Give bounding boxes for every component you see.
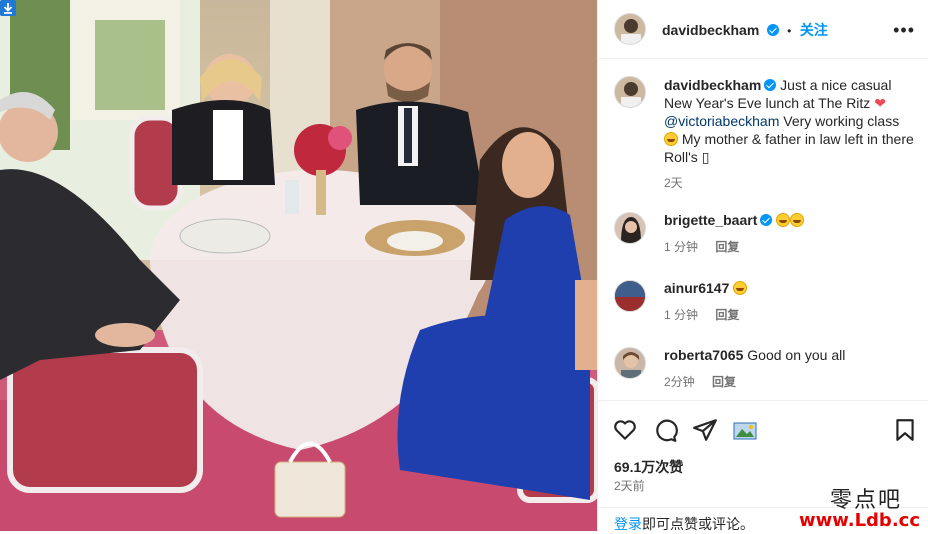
avatar-image	[621, 352, 641, 378]
comment-username[interactable]: brigette_baart	[664, 212, 757, 228]
author-username[interactable]: davidbeckham	[662, 22, 759, 38]
comment-time: 2分钟	[664, 375, 695, 389]
screenshot-tool-icon[interactable]	[732, 417, 758, 443]
author-avatar[interactable]	[614, 13, 646, 45]
avatar-image	[621, 82, 641, 107]
avatar-image	[615, 281, 645, 311]
comment-icon[interactable]	[652, 417, 678, 443]
comment-username[interactable]: roberta7065	[664, 347, 743, 363]
follow-button[interactable]: 关注	[800, 22, 828, 38]
like-heart-icon[interactable]	[612, 417, 638, 443]
comment-time: 1 分钟	[664, 308, 699, 322]
post-header: davidbeckham • 关注 •••	[598, 0, 928, 59]
caption-author-avatar[interactable]	[614, 76, 646, 108]
verified-icon	[764, 79, 777, 91]
caption-text-2: Very working class	[783, 113, 900, 129]
comment-item: brigette_baart 1 分钟 回复	[598, 210, 928, 270]
reply-button[interactable]: 回复	[715, 240, 739, 254]
comment-username[interactable]: ainur6147	[664, 280, 729, 296]
download-icon[interactable]	[0, 0, 16, 16]
commenter-avatar[interactable]	[614, 280, 646, 312]
laughing-emoji-icon	[776, 213, 791, 227]
caption-mention[interactable]: @victoriabeckham	[664, 113, 779, 129]
comment-item: roberta7065 Good on you all 2分钟 回复	[598, 345, 928, 405]
photo-illustration	[0, 0, 597, 531]
verified-icon	[760, 214, 773, 226]
comment-item: ainur6147 1 分钟 回复	[598, 278, 928, 338]
post-photo[interactable]	[0, 0, 597, 531]
laughing-emoji-icon	[733, 281, 748, 295]
separator-dot: •	[787, 24, 792, 38]
commenter-avatar[interactable]	[614, 347, 646, 379]
commenter-avatar[interactable]	[614, 212, 646, 244]
likes-count[interactable]: 69.1万次赞	[614, 457, 683, 477]
login-link[interactable]: 登录	[614, 516, 642, 532]
post-sidebar: davidbeckham • 关注 ••• davidbeckham Just …	[597, 0, 928, 532]
comment-time: 1 分钟	[664, 240, 699, 254]
watermark-url: www.Ldb.cc	[799, 510, 920, 531]
heart-emoji-icon: ❤	[874, 95, 886, 111]
save-bookmark-icon[interactable]	[892, 417, 918, 443]
caption-trailing-glyph: ▯	[701, 149, 710, 165]
caption-time: 2天	[664, 176, 683, 190]
laughing-emoji-icon	[790, 213, 805, 227]
avatar-image	[621, 217, 641, 243]
caption-username[interactable]: davidbeckham	[664, 77, 761, 93]
login-prompt-text: 即可点赞或评论。	[642, 516, 754, 532]
post-date: 2天前	[614, 479, 645, 493]
more-options-icon[interactable]: •••	[893, 20, 915, 41]
reply-button[interactable]: 回复	[715, 308, 739, 322]
reply-button[interactable]: 回复	[712, 375, 736, 389]
comment-text: Good on you all	[747, 347, 846, 363]
avatar-image	[621, 19, 641, 44]
caption: davidbeckham Just a nice casual New Year…	[664, 76, 916, 192]
laughing-emoji-icon	[664, 132, 678, 146]
share-icon[interactable]	[692, 417, 718, 443]
verified-icon	[766, 24, 779, 36]
